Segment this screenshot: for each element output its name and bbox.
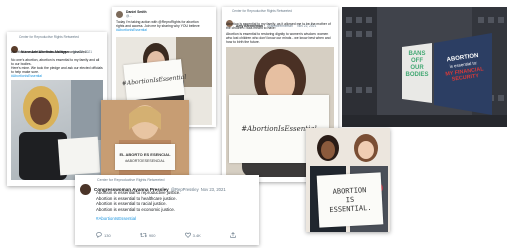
reply-icon: [96, 232, 102, 238]
author-handle: @...: [126, 14, 132, 18]
retweet-note: Center for Reproductive Rights Retweeted: [19, 35, 79, 39]
person-illustration: [19, 80, 103, 180]
billboard-text: OUR: [410, 65, 424, 71]
photo-card-duo[interactable]: ABORTION IS ESSENTIAL.: [306, 128, 390, 232]
heart-icon: [184, 232, 191, 238]
retweet-note: Center for Reproductive Rights Retweeted: [232, 9, 292, 13]
tweet-line: Abortion is essential to restoring digni…: [226, 32, 331, 45]
hashtag-link[interactable]: #AbortionIsEssential: [96, 216, 136, 221]
tweet-line: Abortion is essential to healthcare just…: [96, 195, 177, 201]
retweet-note: Center for Reproductive Rights Retweeted: [97, 178, 165, 182]
billboard-text: BODIES: [405, 72, 429, 78]
tweet-line: Abortion is essential to reproductive ju…: [96, 190, 181, 195]
retweet-button[interactable]: 900: [139, 232, 156, 238]
tweet-photo[interactable]: [11, 80, 103, 180]
tweet-line: Abortion is essential to racial justice.: [96, 201, 167, 206]
photo-card-sign-es[interactable]: EL ABORTO ES ESENCIAL #ABORTOESESENCIAL: [101, 100, 189, 178]
tweet-line: Abortion is essential to those holding m…: [11, 50, 90, 54]
handwritten-sign: #AbortionIsEssential: [121, 59, 187, 101]
avatar[interactable]: [80, 184, 91, 195]
tweet-actions: 130 900 3.4K: [96, 232, 236, 238]
tweet-card-nurse[interactable]: Center for Reproductive Rights Retweeted…: [7, 32, 107, 186]
hashtag-link[interactable]: #AbortionIsEssential: [116, 28, 147, 32]
tweet-card-pressley[interactable]: Center for Reproductive Rights Retweeted…: [75, 175, 259, 245]
handwritten-sign: ABORTION IS ESSENTIAL.: [316, 172, 384, 228]
sign-line: EL ABORTO ES ESENCIAL: [119, 151, 171, 157]
retweet-count: 900: [148, 232, 156, 238]
hashtag-link[interactable]: #AbortionIsEssential: [11, 74, 42, 78]
share-icon: [230, 232, 236, 238]
share-button[interactable]: [230, 232, 236, 238]
tweet-line: Abortion is essential to economic justic…: [96, 206, 176, 212]
tweet-date: Nov 23, 2021: [200, 187, 226, 192]
reply-button[interactable]: 130: [96, 232, 111, 238]
reply-count: 130: [104, 232, 111, 238]
tweet-line: Abortion is essential to my family, as i…: [226, 22, 331, 31]
billboard-text: OFF: [411, 58, 423, 64]
avatar[interactable]: [116, 10, 123, 18]
sign-line: ESSENTIAL.: [329, 203, 372, 214]
like-button[interactable]: 3.4K: [184, 232, 201, 238]
billboard-photo[interactable]: BANS OFF OUR BODIES ABORTION is essentia…: [342, 7, 507, 127]
billboard-text: BANS: [408, 51, 426, 57]
billboard-bans-off: BANS OFF OUR BODIES: [400, 51, 434, 79]
sign-line: #ABORTOESESENCIAL: [125, 158, 165, 163]
retweet-icon: [139, 232, 147, 238]
like-count: 3.4K: [192, 232, 201, 238]
sign-card: EL ABORTO ES ESENCIAL #ABORTOESESENCIAL: [115, 144, 175, 170]
